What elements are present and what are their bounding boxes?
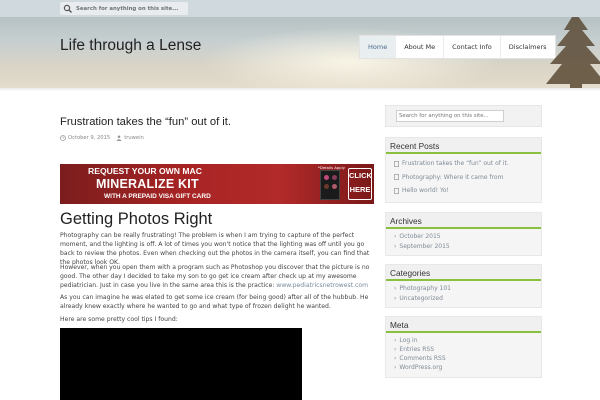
nav-item-home[interactable]: Home: [360, 36, 397, 58]
meta-title: Meta: [386, 317, 541, 333]
paragraph-2: However, when you open them with a progr…: [60, 264, 378, 291]
top-search-field[interactable]: Search for anything on this site...: [60, 2, 188, 15]
meta-label: Log in: [399, 337, 418, 344]
sidebar-search-widget: [385, 105, 542, 127]
ad-banner[interactable]: REQUEST YOUR OWN MAC MINERALIZE KIT WITH…: [60, 164, 374, 204]
nav-item-contact-info[interactable]: Contact Info: [444, 36, 501, 58]
meta-item[interactable]: › WordPress.org: [394, 363, 541, 372]
chevron-right-icon: ›: [394, 346, 397, 353]
ad-line-3: WITH A PREPAID VISA GIFT CARD: [104, 193, 211, 200]
pediatrician-link[interactable]: www.pediatricsnetrowest.com: [276, 282, 368, 289]
meta-widget: Meta › Log in › Entries RSS › Comments RSS …: [385, 316, 542, 378]
post-author[interactable]: truwein: [124, 135, 144, 141]
recent-post-label: Hello world! Yo!: [402, 187, 449, 195]
section-heading: Getting Photos Right: [60, 210, 213, 228]
ad-click-here-button[interactable]: CLICK HERE: [348, 168, 372, 200]
paragraph-1: Photography can be really frustrating! T…: [60, 232, 370, 266]
recent-posts-widget: Recent Posts Frustration takes the “fun”…: [385, 137, 542, 203]
meta-label: WordPress.org: [399, 364, 443, 371]
recent-post-item[interactable]: Photography: Where it came from: [394, 171, 541, 185]
archive-label: September 2015: [399, 242, 450, 250]
ad-product-dot: [324, 175, 329, 180]
archive-item[interactable]: › October 2015: [394, 232, 541, 242]
document-icon: [394, 160, 399, 167]
chevron-right-icon: ›: [394, 242, 397, 250]
recent-posts-title: Recent Posts: [386, 138, 541, 154]
categories-title: Categories: [386, 265, 541, 281]
meta-item[interactable]: › Entries RSS: [394, 345, 541, 354]
nav-item-about-me[interactable]: About Me: [396, 36, 445, 58]
recent-post-item[interactable]: Hello world! Yo!: [394, 184, 541, 198]
ad-cta-line-1: CLICK: [349, 171, 372, 180]
site-header: Life through a Lense Home About Me Conta…: [0, 17, 600, 88]
main-nav: Home About Me Contact Info Disclaimers: [359, 35, 556, 59]
site-title[interactable]: Life through a Lense: [60, 37, 201, 55]
ad-product-dot: [332, 175, 337, 180]
archives-widget: Archives › October 2015 › September 2015: [385, 212, 542, 256]
meta-label: Entries RSS: [399, 346, 434, 353]
paragraph-4: Here are some pretty cool tips I found:: [60, 316, 178, 323]
category-item[interactable]: › Photography 101: [394, 284, 541, 294]
archives-title: Archives: [386, 213, 541, 229]
chevron-right-icon: ›: [394, 294, 397, 302]
post-date[interactable]: October 9, 2015: [68, 135, 110, 141]
top-search-placeholder: Search for anything on this site...: [76, 5, 179, 12]
category-label: Uncategorized: [399, 294, 443, 302]
document-icon: [394, 174, 399, 181]
meta-label: Comments RSS: [399, 355, 446, 362]
recent-post-item[interactable]: Frustration takes the “fun” out of it.: [394, 157, 541, 171]
recent-post-label: Photography: Where it came from: [402, 173, 504, 181]
embedded-video[interactable]: [60, 328, 302, 400]
clock-icon: [60, 135, 66, 141]
user-icon: [116, 135, 122, 141]
category-label: Photography 101: [399, 285, 451, 293]
ad-cta-line-2: HERE: [349, 185, 371, 194]
chevron-right-icon: ›: [394, 355, 397, 362]
search-icon: [63, 4, 72, 13]
top-bar: Search for anything on this site...: [0, 0, 600, 17]
header-divider: [0, 88, 600, 91]
post-title[interactable]: Frustration takes the “fun” out of it.: [60, 116, 231, 128]
chevron-right-icon: ›: [394, 233, 397, 241]
ad-product-image: [320, 170, 340, 200]
chevron-right-icon: ›: [394, 364, 397, 371]
archive-item[interactable]: › September 2015: [394, 242, 541, 252]
ad-line-2: MINERALIZE KIT: [96, 177, 199, 191]
ad-product-dot: [324, 184, 329, 189]
category-item[interactable]: › Uncategorized: [394, 294, 541, 304]
recent-post-label: Frustration takes the “fun” out of it.: [402, 160, 509, 168]
post-meta: October 9, 2015 truwein: [60, 135, 144, 141]
meta-item[interactable]: › Log in: [394, 336, 541, 345]
meta-item[interactable]: › Comments RSS: [394, 354, 541, 363]
chevron-right-icon: ›: [394, 285, 397, 293]
document-icon: [394, 187, 399, 194]
sidebar-search-input[interactable]: [396, 110, 504, 122]
categories-widget: Categories › Photography 101 › Uncategoriz…: [385, 264, 542, 308]
chevron-right-icon: ›: [394, 337, 397, 344]
ad-line-1: REQUEST YOUR OWN MAC: [88, 166, 202, 176]
paragraph-3: As you can imagine he was elated to get …: [60, 294, 369, 310]
tree-silhouette-image: [546, 17, 600, 88]
archive-label: October 2015: [399, 233, 441, 241]
ad-product-dot: [332, 184, 337, 189]
